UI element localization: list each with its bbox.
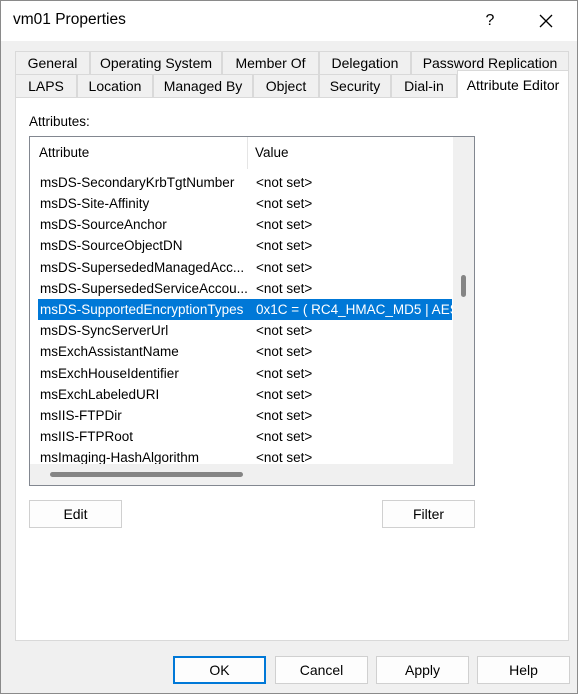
tab-security[interactable]: Security [319,74,391,97]
tab-laps[interactable]: LAPS [15,74,77,97]
tab-label: Operating System [99,55,213,71]
attribute-name: msImaging-HashAlgorithm [40,450,200,464]
attribute-value: <not set> [256,450,313,464]
attribute-value: <not set> [256,281,313,296]
attribute-value: <not set> [256,344,313,359]
tab-label: Password Replication [422,55,558,71]
attribute-name: msDS-SupersededServiceAccou... [40,281,248,296]
list-item[interactable]: msExchLabeledURI <not set> [38,384,452,405]
tab-attribute-editor[interactable]: Attribute Editor [457,70,569,98]
attribute-name: msIIS-FTPDir [40,408,122,423]
edit-button[interactable]: Edit [29,500,122,528]
ok-button[interactable]: OK [173,656,266,684]
column-header-attribute[interactable]: Attribute [39,145,89,160]
attributes-caption: Attributes: [29,114,90,129]
tab-label: Delegation [331,55,399,71]
attribute-name: msDS-SourceAnchor [40,217,167,232]
tab-location[interactable]: Location [77,74,153,97]
ok-button-label: OK [209,662,230,678]
attribute-value: <not set> [256,175,313,190]
attribute-name: msExchAssistantName [40,344,179,359]
list-item[interactable]: msDS-SourceAnchor <not set> [38,214,452,235]
attribute-name: msDS-SyncServerUrl [40,323,169,338]
tab-label: LAPS [28,78,64,94]
tab-label: Security [329,78,381,94]
attribute-value: 0x1C = ( RC4_HMAC_MD5 | AES128_CTS_HMAC_… [256,302,452,317]
question-mark-icon: ? [485,12,495,29]
tab-label: Member Of [235,55,306,71]
tab-label: Location [88,78,142,94]
close-button[interactable] [523,1,569,41]
vertical-scrollbar[interactable] [453,137,474,464]
tab-object[interactable]: Object [253,74,319,97]
attribute-editor-page: Attributes: Attribute Value msDS-Seconda… [15,97,569,641]
list-item[interactable]: msDS-SecondaryKrbTgtNumber <not set> [38,172,452,193]
tab-member-of[interactable]: Member Of [222,51,319,74]
attributes-list[interactable]: Attribute Value msDS-SecondaryKrbTgtNumb… [29,136,475,486]
list-item[interactable]: msIIS-FTPRoot <not set> [38,426,452,447]
help-button[interactable]: Help [477,656,570,684]
attribute-value: <not set> [256,408,313,423]
column-header-value[interactable]: Value [255,145,289,160]
tab-dial-in[interactable]: Dial-in [391,74,457,97]
apply-button-label: Apply [404,662,441,678]
attribute-name: msExchLabeledURI [40,387,160,402]
list-rows: msDS-SecondaryKrbTgtNumber <not set> msDS… [30,169,453,464]
tab-label: Attribute Editor [466,76,560,93]
attribute-name: msExchHouseIdentifier [40,366,179,381]
tab-label: Dial-in [404,78,444,94]
cancel-button[interactable]: Cancel [275,656,368,684]
filter-button[interactable]: Filter [382,500,475,528]
list-item[interactable]: msIIS-FTPDir <not set> [38,405,452,426]
list-item[interactable]: msDS-SupersededManagedAcc... <not set> [38,257,452,278]
list-item[interactable]: msDS-SyncServerUrl <not set> [38,320,452,341]
list-item[interactable]: msImaging-HashAlgorithm <not set> [38,447,452,464]
attribute-name: msDS-SupportedEncryptionTypes [40,302,244,317]
list-item-selected[interactable]: msDS-SupportedEncryptionTypes 0x1C = ( RC… [38,299,452,320]
tab-label: General [27,55,78,71]
apply-button[interactable]: Apply [376,656,469,684]
help-title-button[interactable]: ? [467,1,513,41]
list-header: Attribute Value [30,137,474,169]
column-separator[interactable] [247,137,248,169]
horizontal-scroll-thumb[interactable] [50,472,243,477]
tab-general[interactable]: General [15,51,90,74]
attribute-value: <not set> [256,366,313,381]
help-button-label: Help [509,662,538,678]
list-item[interactable]: msDS-SourceObjectDN <not set> [38,235,452,256]
attribute-value: <not set> [256,323,313,338]
properties-dialog: vm01 Properties ? General Operating Syst… [0,0,578,694]
attribute-value: <not set> [256,196,313,211]
tab-delegation[interactable]: Delegation [319,51,411,74]
horizontal-scrollbar[interactable] [30,464,453,485]
attribute-value: <not set> [256,217,313,232]
attribute-value: <not set> [256,429,313,444]
attribute-value: <not set> [256,260,313,275]
attribute-name: msDS-SecondaryKrbTgtNumber [40,175,235,190]
attribute-value: <not set> [256,238,313,253]
tab-label: Object [265,78,307,94]
list-item[interactable]: msDS-Site-Affinity <not set> [38,193,452,214]
attribute-name: msIIS-FTPRoot [40,429,134,444]
window-title: vm01 Properties [13,11,126,28]
tab-label: Managed By [163,78,243,94]
list-item[interactable]: msExchAssistantName <not set> [38,341,452,362]
attribute-name: msDS-SourceObjectDN [40,238,183,253]
title-bar: vm01 Properties ? [1,1,577,41]
list-item[interactable]: msDS-SupersededServiceAccou... <not set> [38,278,452,299]
vertical-scroll-thumb[interactable] [461,275,466,297]
edit-button-label: Edit [63,506,88,522]
attribute-value: <not set> [256,387,313,402]
filter-button-label: Filter [412,506,445,522]
close-icon [539,14,553,28]
scrollbar-corner [453,464,474,485]
tab-operating-system[interactable]: Operating System [90,51,222,74]
tab-managed-by[interactable]: Managed By [153,74,253,97]
list-item[interactable]: msExchHouseIdentifier <not set> [38,363,452,384]
attribute-name: msDS-SupersededManagedAcc... [40,260,245,275]
cancel-button-label: Cancel [299,662,344,678]
attribute-name: msDS-Site-Affinity [40,196,150,211]
